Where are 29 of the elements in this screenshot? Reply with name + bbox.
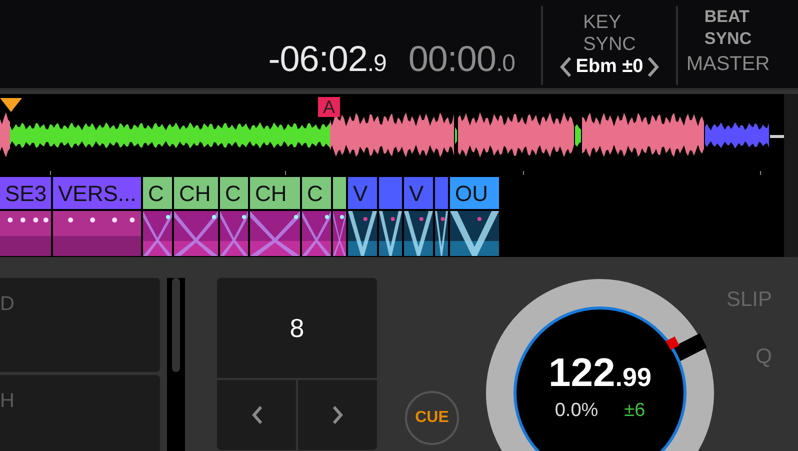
beat-loop-value: 8 xyxy=(217,278,377,380)
phrase-label[interactable]: V xyxy=(404,177,433,209)
phrase-label[interactable]: CH xyxy=(250,177,300,209)
chevron-left-icon xyxy=(250,405,262,425)
beat-sync-button[interactable]: BEAT SYNC xyxy=(704,6,752,50)
key-sync-label[interactable]: KEY SYNC xyxy=(583,12,636,56)
chevron-right-icon[interactable] xyxy=(647,56,660,78)
hot-cue-marker[interactable]: A xyxy=(318,97,340,117)
phrase-label[interactable]: OU xyxy=(450,177,499,209)
cue-marker-icon xyxy=(0,98,22,112)
jog-wheel-drawing[interactable] xyxy=(486,278,716,451)
phrase-label[interactable]: C xyxy=(143,177,172,209)
phrase-label[interactable]: V xyxy=(348,177,377,209)
phrase-label[interactable]: C xyxy=(302,177,331,209)
cue-button[interactable]: CUE xyxy=(405,391,459,445)
tempo-range[interactable]: ±6 xyxy=(624,400,646,422)
phrase-label[interactable]: SE3 xyxy=(0,177,51,209)
tempo-value: 0.0% xyxy=(554,400,598,422)
remaining-time: -06:02.9 xyxy=(268,38,386,80)
chevron-right-icon xyxy=(332,405,344,425)
phrase-label[interactable]: VERS... xyxy=(53,177,141,209)
phrase-label[interactable]: C xyxy=(220,177,248,209)
scrollbar[interactable] xyxy=(167,278,185,451)
chevron-left-icon[interactable] xyxy=(560,56,572,78)
elapsed-time: 00:00.0 xyxy=(408,38,515,80)
bpm-value: 122.99 xyxy=(548,352,652,397)
key-value: Ebm ±0 xyxy=(576,56,644,78)
master-button[interactable]: MASTER xyxy=(686,50,770,78)
phrase-label[interactable]: CH xyxy=(174,177,218,209)
